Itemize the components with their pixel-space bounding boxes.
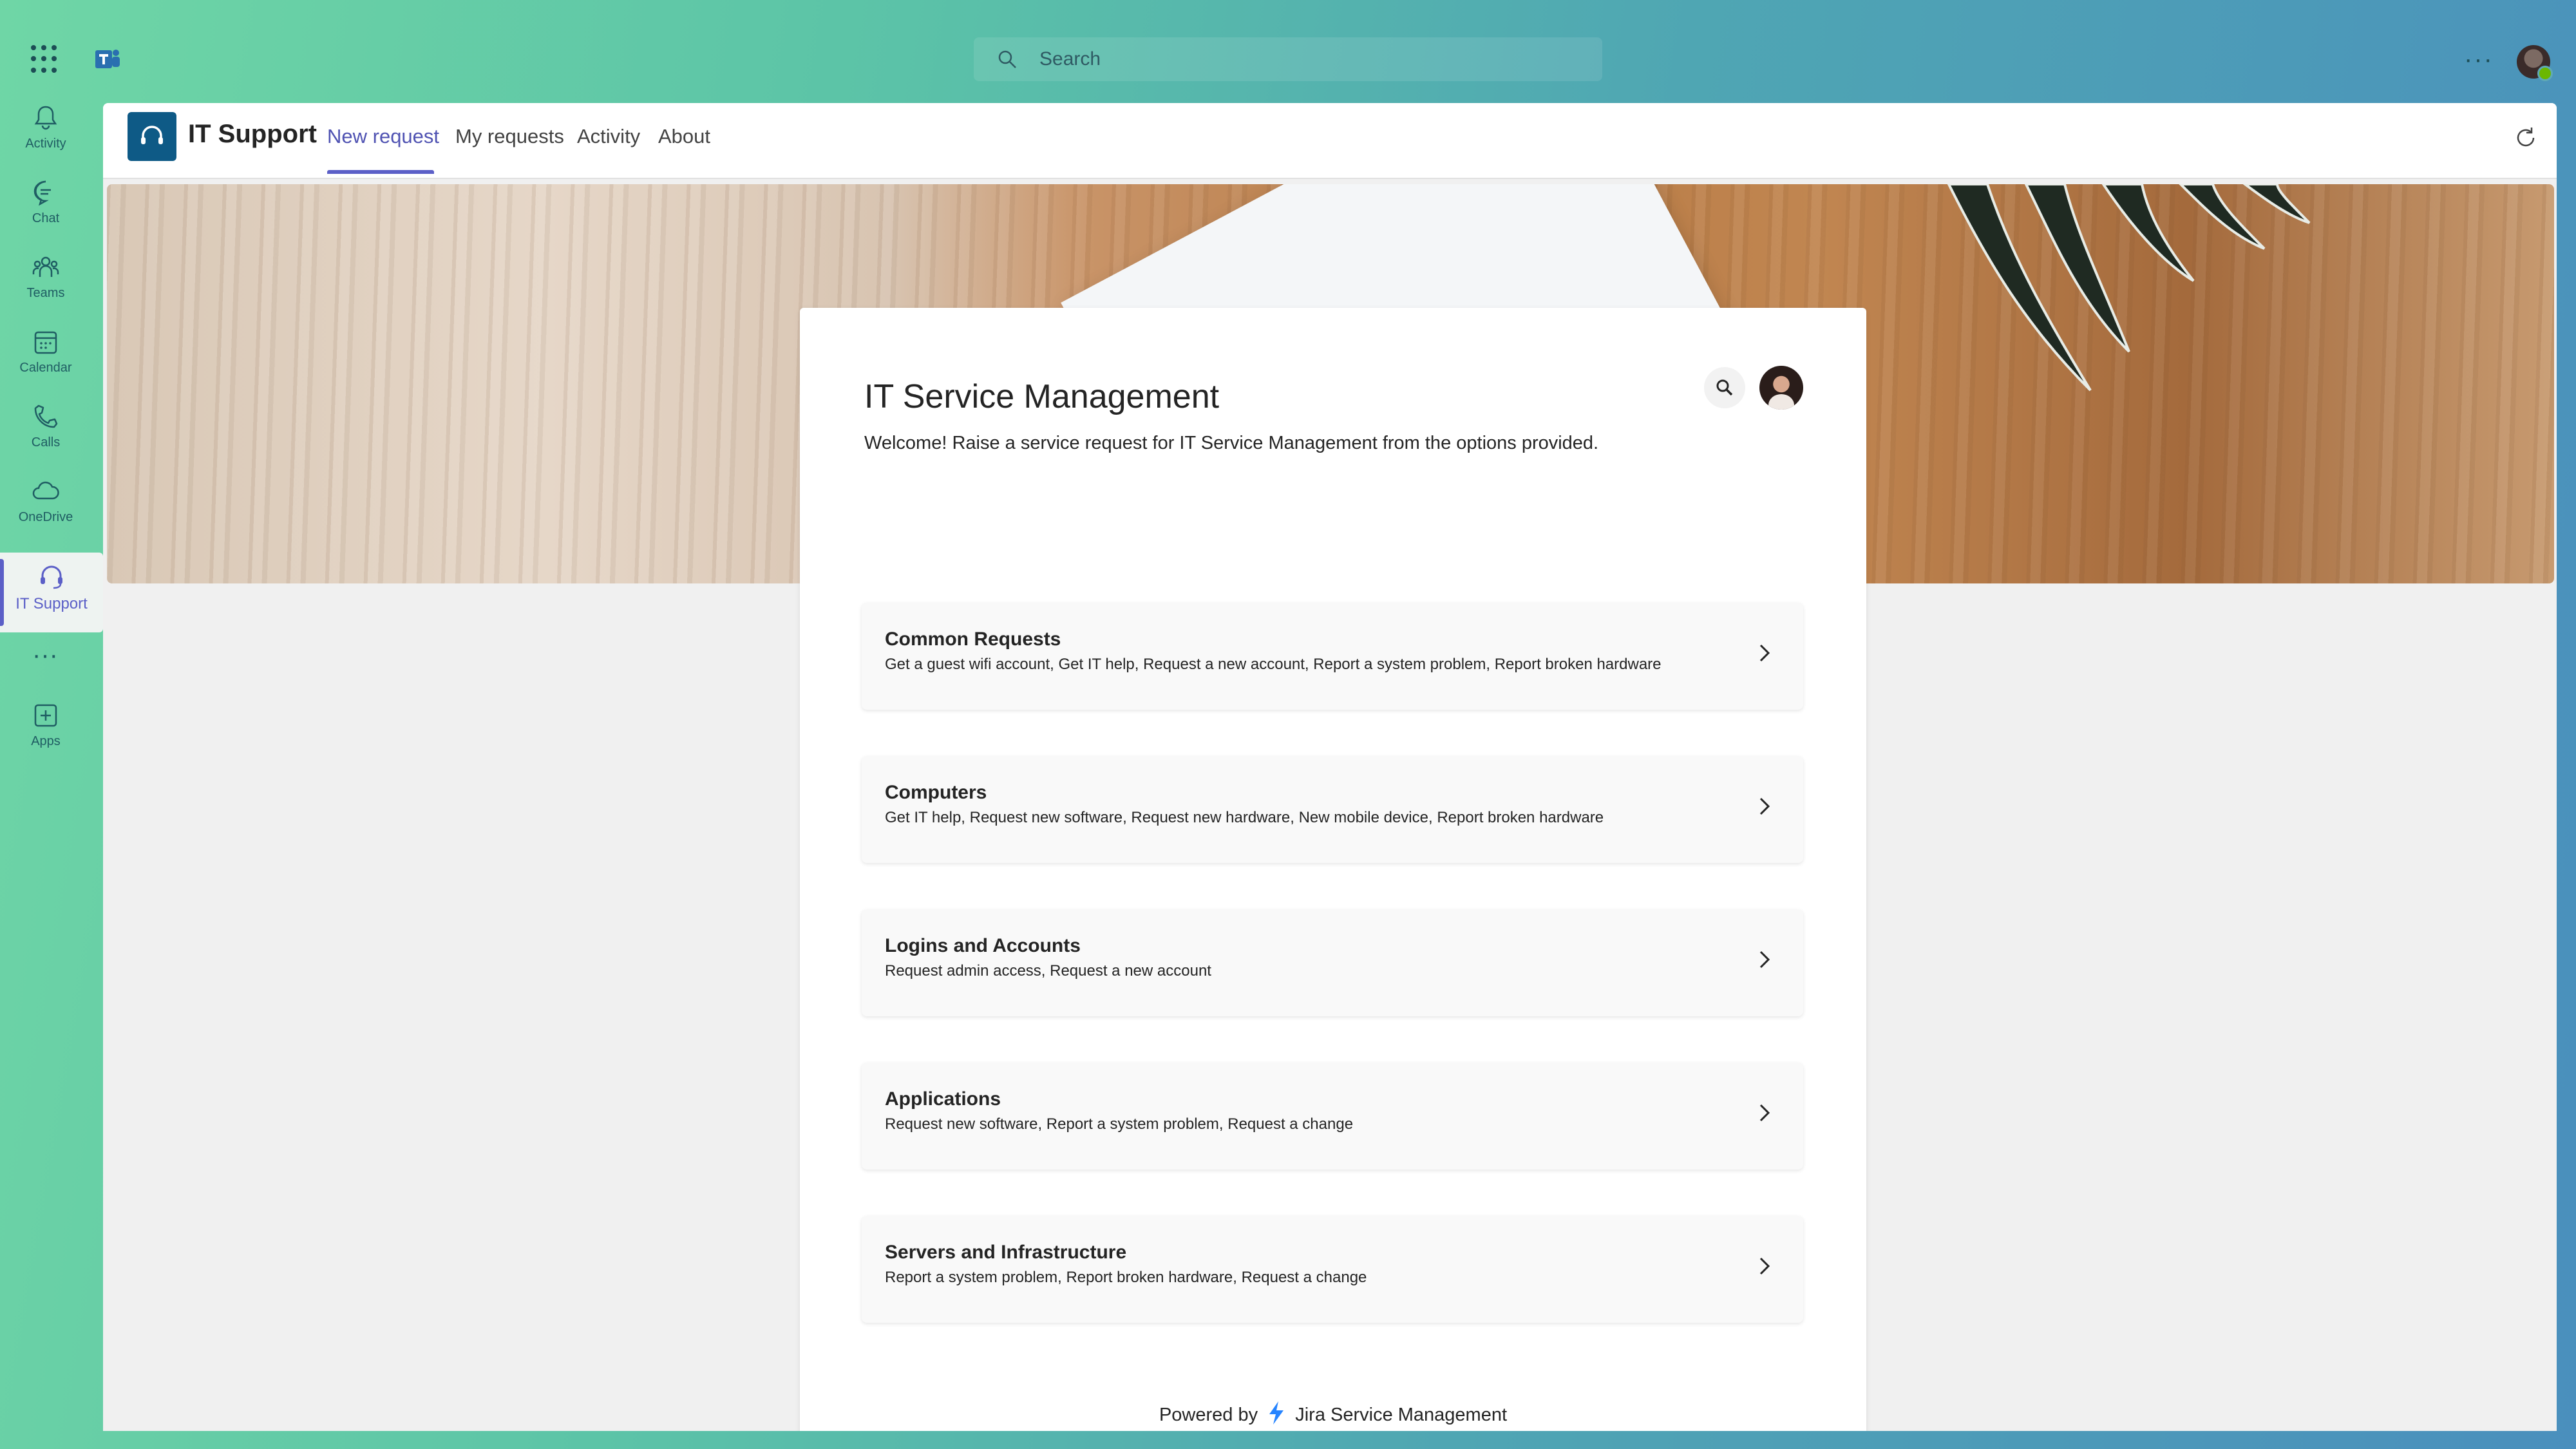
request-title: Logins and Accounts <box>885 935 1081 956</box>
chevron-right-icon <box>1759 1104 1770 1122</box>
tab-activity[interactable]: Activity <box>577 125 640 148</box>
cloud-icon <box>32 481 59 500</box>
app-title: IT Support <box>188 120 317 148</box>
search-placeholder: Search <box>1039 48 1101 70</box>
more-apps-icon[interactable]: ··· <box>32 641 58 670</box>
request-description: Request admin access, Request a new acco… <box>885 962 1211 980</box>
headset-icon <box>141 126 163 144</box>
request-title: Applications <box>885 1088 1001 1110</box>
page-title: IT Service Management <box>864 378 1220 415</box>
request-description: Get IT help, Request new software, Reque… <box>885 809 1604 826</box>
rail-item-label: OneDrive <box>18 510 73 524</box>
add-app-icon <box>34 704 57 727</box>
search-icon <box>998 50 1016 68</box>
calendar-icon <box>34 331 57 354</box>
app-rail: Activity Chat Teams Calendar Calls OneDr… <box>0 103 103 1430</box>
chevron-right-icon <box>1759 1257 1770 1275</box>
request-category-common-requests[interactable]: Common Requests Get a guest wifi account… <box>862 603 1803 710</box>
request-title: Servers and Infrastructure <box>885 1242 1127 1263</box>
powered-by-product[interactable]: Jira Service Management <box>1295 1405 1507 1425</box>
chevron-right-icon <box>1759 644 1770 662</box>
teams-icon <box>32 256 59 277</box>
presence-indicator <box>2537 66 2553 81</box>
request-category-servers-and-infrastructure[interactable]: Servers and Infrastructure Report a syst… <box>862 1216 1803 1323</box>
avatar[interactable] <box>2517 45 2553 81</box>
app-launcher-icon[interactable] <box>31 45 59 73</box>
phone-icon <box>34 404 58 428</box>
rail-item-label: Chat <box>32 211 60 225</box>
main-window: IT Support New request My requests Activ… <box>103 103 2557 1431</box>
rail-item-chat[interactable]: Chat <box>0 178 91 249</box>
request-title: Computers <box>885 782 987 803</box>
chat-icon <box>33 180 51 206</box>
search-icon <box>1716 379 1733 396</box>
rail-item-activity[interactable]: Activity <box>0 103 91 174</box>
rail-item-label: Teams <box>26 286 65 300</box>
app-logo <box>128 112 176 161</box>
rail-item-it-support[interactable]: IT Support <box>0 553 103 632</box>
powered-by-label: Powered by <box>1159 1405 1258 1425</box>
app-header: IT Support New request My requests Activ… <box>103 103 2557 179</box>
rail-item-calendar[interactable]: Calendar <box>0 327 91 398</box>
rail-item-label: Apps <box>31 734 61 748</box>
rail-item-onedrive[interactable]: OneDrive <box>0 477 91 547</box>
headset-icon <box>41 565 62 589</box>
rail-item-calls[interactable]: Calls <box>0 402 91 473</box>
portal-search-button[interactable] <box>1704 367 1745 408</box>
rail-item-teams[interactable]: Teams <box>0 252 91 323</box>
jira-lightning-icon <box>1269 1401 1284 1425</box>
more-icon[interactable]: ··· <box>2464 45 2494 74</box>
teams-logo-icon <box>95 50 120 68</box>
request-description: Get a guest wifi account, Get IT help, R… <box>885 656 1662 673</box>
plant-decoration <box>1947 184 2311 392</box>
chevron-right-icon <box>1759 797 1770 815</box>
welcome-text: Welcome! Raise a service request for IT … <box>864 433 1599 453</box>
tab-new-request[interactable]: New request <box>327 125 439 148</box>
refresh-icon[interactable] <box>2512 124 2540 152</box>
tab-my-requests[interactable]: My requests <box>455 125 564 148</box>
search-input[interactable]: Search <box>974 37 1602 81</box>
rail-item-label: IT Support <box>15 595 88 612</box>
rail-item-label: Calls <box>31 435 61 450</box>
chevron-right-icon <box>1759 951 1770 969</box>
rail-item-apps[interactable]: Apps <box>0 701 91 772</box>
top-bar: Search ··· <box>0 0 2576 103</box>
request-title: Common Requests <box>885 629 1061 650</box>
request-category-computers[interactable]: Computers Get IT help, Request new softw… <box>862 756 1803 863</box>
active-tab-indicator <box>327 170 434 174</box>
request-description: Report a system problem, Report broken h… <box>885 1269 1367 1286</box>
tab-about[interactable]: About <box>658 125 710 148</box>
request-category-applications[interactable]: Applications Request new software, Repor… <box>862 1063 1803 1170</box>
bell-icon <box>34 106 57 130</box>
rail-item-label: Activity <box>25 137 66 151</box>
user-avatar[interactable] <box>1759 366 1803 410</box>
request-description: Request new software, Report a system pr… <box>885 1115 1354 1133</box>
portal-card: IT Service Management Welcome! Raise a s… <box>800 308 1866 1431</box>
request-category-logins-and-accounts[interactable]: Logins and Accounts Request admin access… <box>862 909 1803 1016</box>
rail-item-label: Calendar <box>19 361 72 375</box>
powered-by-footer: Powered by Jira Service Management <box>800 1400 1866 1426</box>
